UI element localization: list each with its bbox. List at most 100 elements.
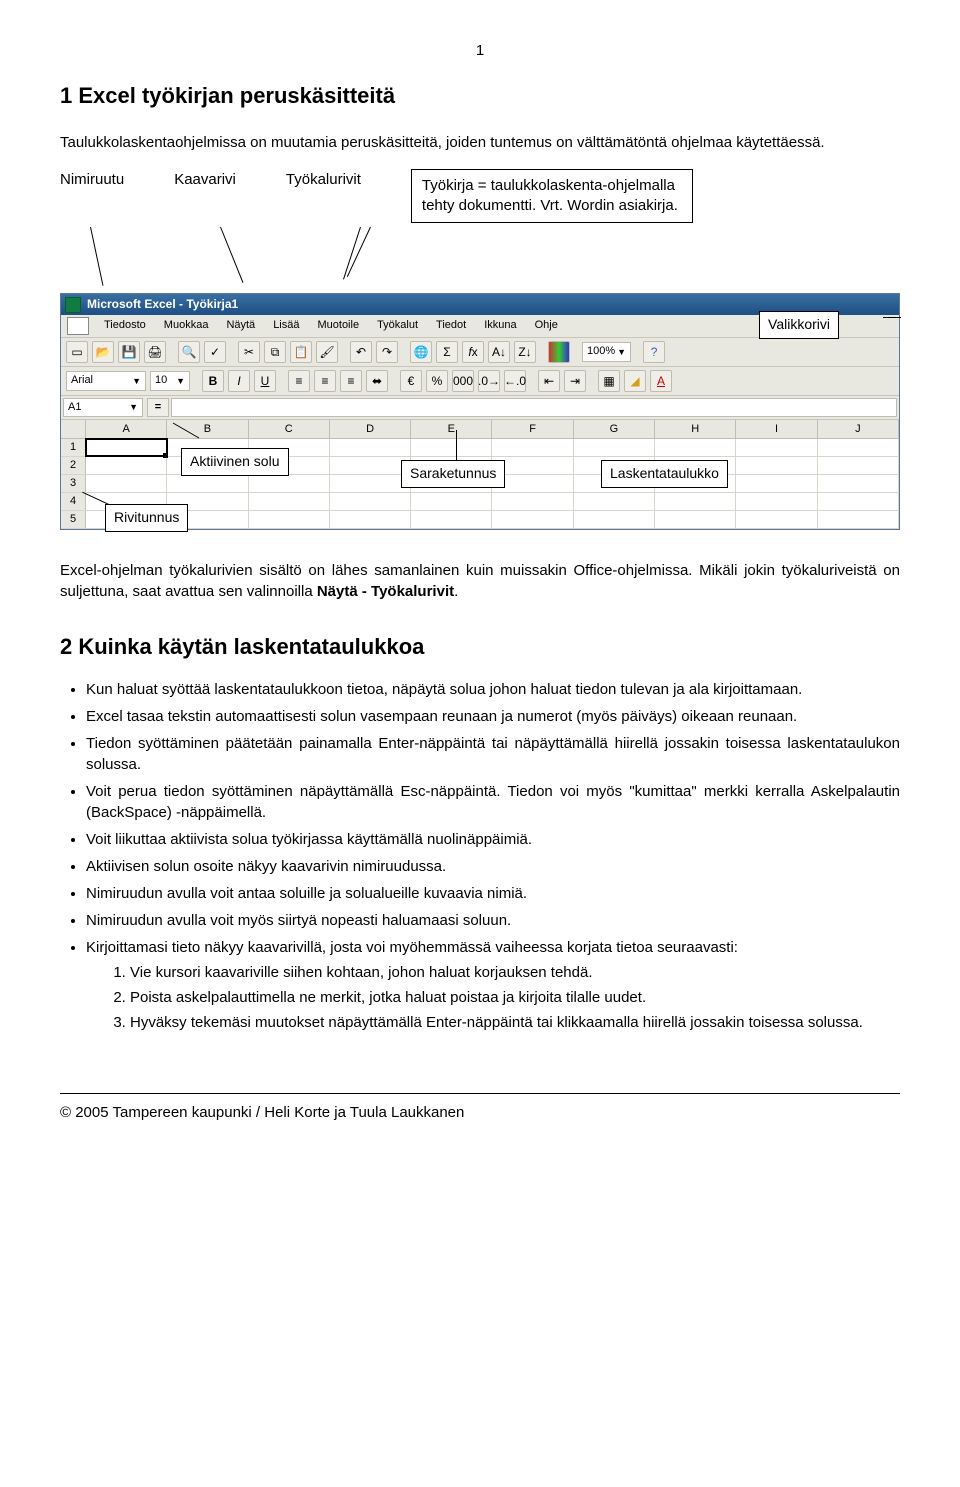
- cell[interactable]: [574, 439, 655, 456]
- fill-color-icon[interactable]: ◢: [624, 370, 646, 392]
- col-header-C[interactable]: C: [249, 420, 330, 438]
- hyperlink-icon[interactable]: 🌐: [410, 341, 432, 363]
- col-header-J[interactable]: J: [818, 420, 899, 438]
- underline-icon[interactable]: U: [254, 370, 276, 392]
- spreadsheet-grid[interactable]: A B C D E F G H I J 1 2 3 4 5: [61, 420, 899, 529]
- cell[interactable]: [330, 493, 411, 510]
- menu-lisaa[interactable]: Lisää: [270, 317, 302, 335]
- font-name-box[interactable]: Arial ▼: [66, 371, 146, 390]
- cell[interactable]: [330, 475, 411, 492]
- cell[interactable]: [86, 475, 167, 492]
- print-icon[interactable]: 🖨: [144, 341, 166, 363]
- spell-icon[interactable]: ✓: [204, 341, 226, 363]
- row-header-2[interactable]: 2: [61, 457, 86, 474]
- bold-icon[interactable]: B: [202, 370, 224, 392]
- menu-nayta[interactable]: Näytä: [223, 317, 258, 335]
- menu-muotoile[interactable]: Muotoile: [314, 317, 362, 335]
- cell-A1[interactable]: [86, 439, 167, 456]
- col-header-B[interactable]: B: [167, 420, 248, 438]
- menu-muokkaa[interactable]: Muokkaa: [161, 317, 212, 335]
- increase-dec-icon[interactable]: .0→: [478, 370, 500, 392]
- align-center-icon[interactable]: ≡: [314, 370, 336, 392]
- zoom-box[interactable]: 100% ▼: [582, 342, 631, 361]
- formula-input[interactable]: [171, 398, 897, 417]
- borders-icon[interactable]: ▦: [598, 370, 620, 392]
- cell[interactable]: [492, 511, 573, 528]
- redo-icon[interactable]: ↷: [376, 341, 398, 363]
- cell[interactable]: [411, 511, 492, 528]
- cell[interactable]: [249, 511, 330, 528]
- row-header-3[interactable]: 3: [61, 475, 86, 492]
- thousands-icon[interactable]: 000: [452, 370, 474, 392]
- menu-tiedosto[interactable]: Tiedosto: [101, 317, 149, 335]
- cell[interactable]: [492, 439, 573, 456]
- open-icon[interactable]: 📂: [92, 341, 114, 363]
- menu-tyokalut[interactable]: Työkalut: [374, 317, 421, 335]
- cell[interactable]: [736, 475, 817, 492]
- font-color-icon[interactable]: A: [650, 370, 672, 392]
- sort-desc-icon[interactable]: Z↓: [514, 341, 536, 363]
- col-header-E[interactable]: E: [411, 420, 492, 438]
- col-header-H[interactable]: H: [655, 420, 736, 438]
- row-header-1[interactable]: 1: [61, 439, 86, 456]
- cell[interactable]: [655, 439, 736, 456]
- standard-toolbar[interactable]: ▭ 📂 💾 🖨 🔍 ✓ ✂ ⧉ 📋 🖌 ↶ ↷ 🌐 Σ fx A↓ Z↓ 100…: [61, 338, 899, 367]
- indent-dec-icon[interactable]: ⇤: [538, 370, 560, 392]
- cell[interactable]: [411, 439, 492, 456]
- cell[interactable]: [492, 493, 573, 510]
- paste-icon[interactable]: 📋: [290, 341, 312, 363]
- cell[interactable]: [818, 475, 899, 492]
- sort-asc-icon[interactable]: A↓: [488, 341, 510, 363]
- cell[interactable]: [818, 439, 899, 456]
- help-icon[interactable]: ?: [643, 341, 665, 363]
- cell[interactable]: [249, 475, 330, 492]
- cell[interactable]: [736, 439, 817, 456]
- col-header-A[interactable]: A: [86, 420, 167, 438]
- cell[interactable]: [736, 511, 817, 528]
- font-size-box[interactable]: 10 ▼: [150, 371, 190, 390]
- cell[interactable]: [574, 511, 655, 528]
- formatting-toolbar[interactable]: Arial ▼ 10 ▼ B I U ≡ ≡ ≡ ⬌ € % 000 .0→ ←…: [61, 367, 899, 396]
- cell[interactable]: [574, 493, 655, 510]
- cell[interactable]: [411, 493, 492, 510]
- cell[interactable]: [736, 493, 817, 510]
- align-left-icon[interactable]: ≡: [288, 370, 310, 392]
- col-header-F[interactable]: F: [492, 420, 573, 438]
- cell[interactable]: [655, 511, 736, 528]
- align-right-icon[interactable]: ≡: [340, 370, 362, 392]
- chart-icon[interactable]: [548, 341, 570, 363]
- preview-icon[interactable]: 🔍: [178, 341, 200, 363]
- name-box[interactable]: A1 ▼: [63, 398, 143, 417]
- cell[interactable]: [818, 493, 899, 510]
- undo-icon[interactable]: ↶: [350, 341, 372, 363]
- menu-bar[interactable]: Tiedosto Muokkaa Näytä Lisää Muotoile Ty…: [61, 315, 899, 338]
- col-header-I[interactable]: I: [736, 420, 817, 438]
- format-painter-icon[interactable]: 🖌: [316, 341, 338, 363]
- merge-icon[interactable]: ⬌: [366, 370, 388, 392]
- equals-button[interactable]: =: [147, 398, 169, 417]
- col-header-G[interactable]: G: [574, 420, 655, 438]
- fx-icon[interactable]: fx: [462, 341, 484, 363]
- cell[interactable]: [167, 475, 248, 492]
- save-icon[interactable]: 💾: [118, 341, 140, 363]
- menu-tiedot[interactable]: Tiedot: [433, 317, 469, 335]
- cell[interactable]: [655, 493, 736, 510]
- indent-inc-icon[interactable]: ⇥: [564, 370, 586, 392]
- copy-icon[interactable]: ⧉: [264, 341, 286, 363]
- sum-icon[interactable]: Σ: [436, 341, 458, 363]
- row-header-4[interactable]: 4: [61, 493, 86, 510]
- select-all-corner[interactable]: [61, 420, 86, 438]
- cell[interactable]: [736, 457, 817, 474]
- col-header-D[interactable]: D: [330, 420, 411, 438]
- decrease-dec-icon[interactable]: ←.0: [504, 370, 526, 392]
- currency-icon[interactable]: €: [400, 370, 422, 392]
- cell[interactable]: [818, 511, 899, 528]
- cell[interactable]: [249, 493, 330, 510]
- percent-icon[interactable]: %: [426, 370, 448, 392]
- cell[interactable]: [330, 439, 411, 456]
- cell[interactable]: [86, 457, 167, 474]
- cell[interactable]: [818, 457, 899, 474]
- cut-icon[interactable]: ✂: [238, 341, 260, 363]
- italic-icon[interactable]: I: [228, 370, 250, 392]
- cell[interactable]: [330, 511, 411, 528]
